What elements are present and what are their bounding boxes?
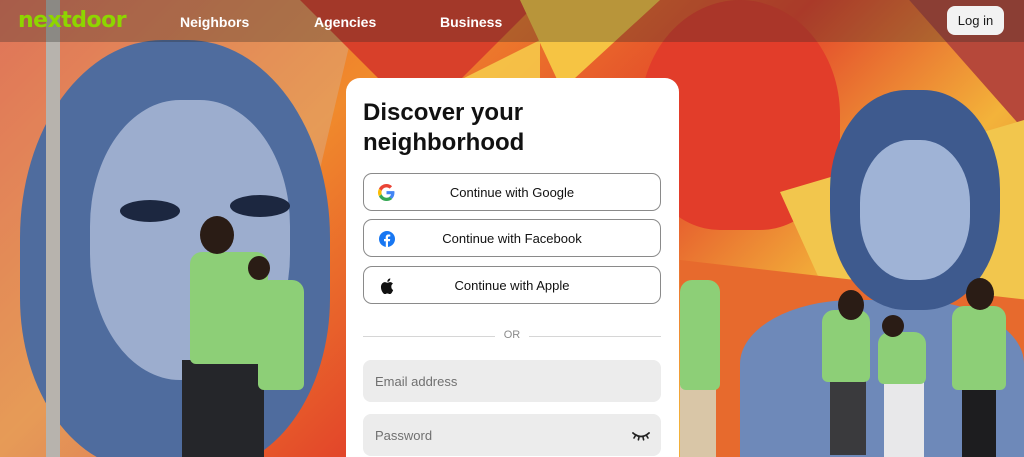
person-head — [200, 216, 234, 254]
google-icon — [378, 184, 395, 201]
apple-button-label: Continue with Apple — [454, 277, 570, 293]
eye-closed-icon[interactable] — [631, 427, 651, 443]
top-nav: nextdoor Neighbors Agencies Business Log… — [0, 0, 1024, 42]
divider-line — [363, 336, 495, 337]
nextdoor-logo[interactable]: nextdoor — [18, 8, 127, 33]
person-legs — [182, 360, 264, 457]
street-pole — [46, 0, 60, 457]
nav-link-neighbors[interactable]: Neighbors — [180, 14, 249, 30]
person-shirt — [680, 280, 720, 390]
mural-eye — [120, 200, 180, 222]
facebook-icon — [378, 230, 395, 247]
password-field-wrapper — [363, 414, 661, 456]
person-legs — [962, 386, 996, 457]
facebook-button-label: Continue with Facebook — [442, 230, 582, 246]
continue-with-google-button[interactable]: Continue with Google — [363, 173, 661, 211]
password-field[interactable] — [363, 414, 661, 456]
or-divider-text: OR — [503, 329, 521, 341]
person-head — [882, 315, 904, 337]
mural-face-right-highlight — [860, 140, 970, 280]
person-head — [966, 278, 994, 310]
or-divider: OR — [363, 328, 661, 344]
person-shirt — [952, 306, 1006, 390]
mural-eye — [230, 195, 290, 217]
continue-with-apple-button[interactable]: Continue with Apple — [363, 266, 661, 304]
signup-card: Discover your neighborhood Continue with… — [346, 78, 679, 457]
person-legs — [884, 378, 924, 457]
email-field[interactable] — [363, 360, 661, 402]
person-shirt — [822, 310, 870, 382]
person-legs — [680, 385, 716, 457]
continue-with-facebook-button[interactable]: Continue with Facebook — [363, 219, 661, 257]
login-button[interactable]: Log in — [947, 6, 1004, 35]
person-head — [838, 290, 864, 320]
nav-link-business[interactable]: Business — [440, 14, 502, 30]
google-button-label: Continue with Google — [449, 184, 575, 200]
nav-link-agencies[interactable]: Agencies — [314, 14, 376, 30]
divider-line — [529, 336, 661, 337]
person-shirt — [258, 280, 304, 390]
person-head — [248, 256, 270, 280]
person-legs — [830, 375, 866, 455]
card-title: Discover your neighborhood — [363, 99, 525, 156]
person-shirt — [878, 332, 926, 384]
apple-icon — [378, 277, 395, 294]
